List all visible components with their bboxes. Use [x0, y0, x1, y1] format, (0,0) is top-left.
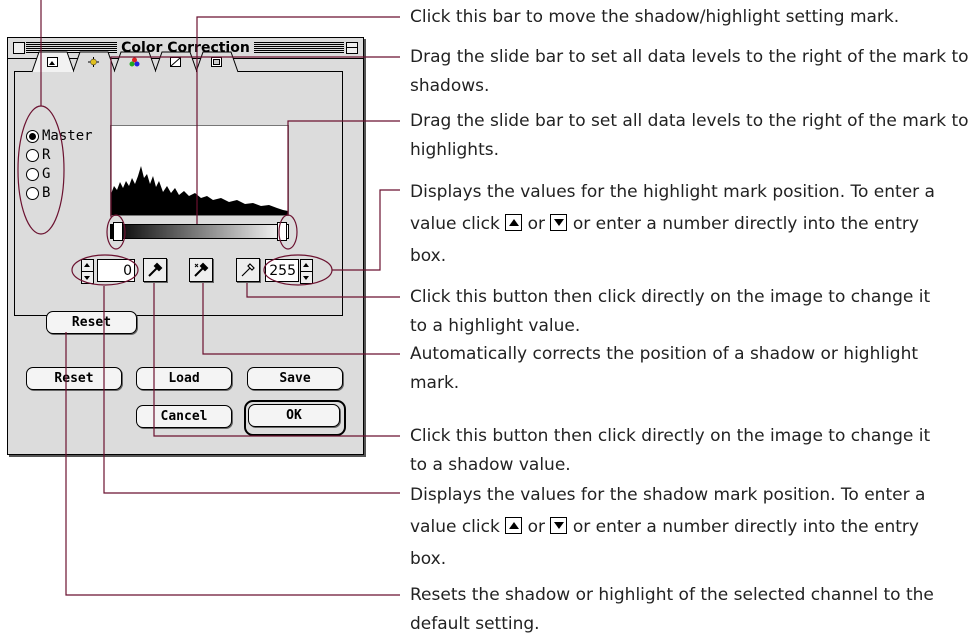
annotation-auto: Automatically corrects the position of a… [410, 344, 919, 393]
annotation-reset: Resets the shadow or highlight of the se… [410, 585, 934, 634]
channel-label: B [42, 185, 51, 201]
down-arrow-icon [550, 517, 568, 534]
down-arrow-icon [550, 214, 568, 231]
annotation-shadow-eyedropper: Click this button then click directly on… [410, 426, 931, 475]
shadow-value-stepper[interactable] [81, 259, 94, 284]
annotation-shadow-slider: Drag the slide bar to set all data level… [410, 47, 969, 96]
radio-selected-icon [26, 130, 39, 143]
eyedropper-icon [241, 263, 255, 277]
reset-button[interactable]: Reset [26, 367, 122, 390]
highlight-value-field[interactable]: 255 [265, 259, 299, 282]
radio-icon [26, 187, 39, 200]
cancel-button[interactable]: Cancel [136, 405, 232, 428]
color-balance-tab-icon [129, 57, 140, 67]
radio-icon [26, 149, 39, 162]
eyedropper-icon [148, 262, 163, 277]
tab-tone-curve[interactable] [155, 51, 197, 73]
histogram-graph [111, 166, 288, 215]
shadow-highlight-bar[interactable] [110, 224, 289, 239]
load-button[interactable]: Load [136, 367, 232, 390]
image-tab-icon [47, 57, 58, 67]
annotation-bar: Click this bar to move the shadow/highli… [410, 7, 900, 27]
channel-label: G [42, 166, 51, 182]
up-arrow-icon [505, 214, 523, 231]
shadow-eyedropper-button[interactable] [143, 258, 167, 282]
histogram [110, 125, 289, 216]
radio-icon [26, 168, 39, 181]
channel-reset-button[interactable]: Reset [46, 311, 137, 334]
annotation-text: or [527, 214, 546, 234]
highlight-value-stepper[interactable] [300, 259, 313, 284]
tab-monitor[interactable] [196, 51, 238, 73]
ok-button[interactable]: OK [248, 404, 340, 427]
shadow-value-field[interactable]: 0 [97, 259, 135, 282]
tab-color-balance[interactable] [114, 51, 156, 73]
auto-correct-button[interactable] [189, 258, 213, 282]
tab-brightness[interactable] [73, 51, 115, 73]
magic-eyedropper-icon [194, 262, 209, 277]
annotation-text: or [527, 517, 546, 537]
annotated-screenshot: Color Correction Master R G B 0 255 Rese… [0, 0, 976, 634]
highlight-slider-handle[interactable] [277, 222, 287, 241]
brightness-tab-icon [88, 57, 99, 67]
annotation-highlight-value: Displays the values for the highlight ma… [410, 176, 960, 272]
save-button[interactable]: Save [247, 367, 343, 390]
highlight-eyedropper-button[interactable] [236, 258, 260, 282]
up-arrow-icon [505, 517, 523, 534]
zoom-box-icon[interactable] [346, 42, 358, 54]
channel-label: R [42, 147, 51, 163]
tab-image[interactable] [32, 51, 74, 73]
annotation-shadow-value: Displays the values for the shadow mark … [410, 479, 960, 575]
annotation-highlight-eyedropper: Click this button then click directly on… [410, 287, 931, 336]
channel-label: Master [42, 128, 93, 144]
tone-curve-tab-icon [170, 57, 181, 67]
shadow-slider-handle[interactable] [113, 222, 123, 241]
monitor-tab-icon [211, 57, 222, 67]
annotation-highlight-slider: Drag the slide bar to set all data level… [410, 111, 969, 160]
